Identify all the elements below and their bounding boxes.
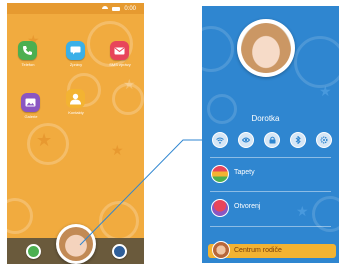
- wifi-icon[interactable]: [212, 132, 228, 148]
- menu-item-sounds[interactable]: Otvorenj: [202, 191, 339, 222]
- avatar: [241, 23, 291, 73]
- swirl-decoration: [294, 36, 339, 88]
- menu-divider-bottom: [202, 226, 339, 238]
- parent-center-button[interactable]: Centrum rodiče: [208, 241, 336, 259]
- divider: [210, 226, 331, 227]
- bluetooth-icon[interactable]: [290, 132, 306, 148]
- profile-name: Dorotka: [251, 114, 280, 123]
- swirl-decoration: [202, 26, 234, 72]
- right-phone-screen: ★ ★ Dorotka Tapety Otvorenj Centrum rodi…: [202, 6, 339, 263]
- eye-icon[interactable]: [238, 132, 254, 148]
- profile-photo[interactable]: [237, 19, 295, 77]
- divider: [210, 191, 331, 192]
- divider: [210, 157, 331, 158]
- lock-icon[interactable]: [264, 132, 280, 148]
- sounds-icon: [211, 199, 229, 217]
- menu-item-label: Otvorenj: [234, 203, 261, 210]
- settings-icon[interactable]: [316, 132, 332, 148]
- parent-center-label: Centrum rodiče: [234, 247, 282, 254]
- parents-icon: [212, 241, 230, 259]
- wallpapers-icon: [211, 165, 229, 183]
- menu-item-wallpapers[interactable]: Tapety: [202, 157, 339, 188]
- screenshot-stage: 0:00 ★ ★ ★ ★ Telefon Zprávy SMS zprávy G…: [0, 0, 346, 267]
- menu-item-label: Tapety: [234, 169, 255, 176]
- star-decoration: ★: [319, 83, 332, 99]
- quick-actions-row: [212, 130, 332, 150]
